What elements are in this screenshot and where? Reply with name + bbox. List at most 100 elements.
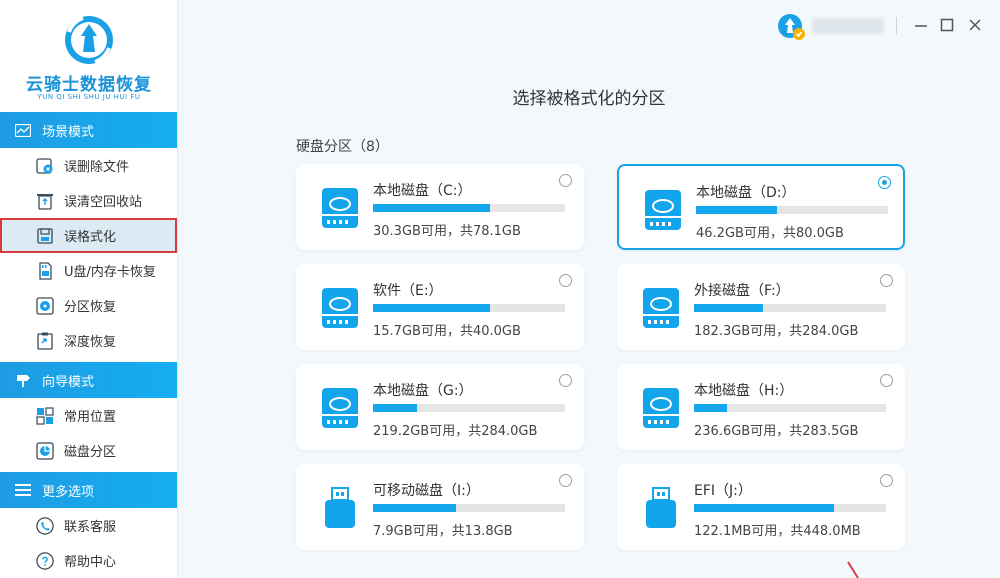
- partition-capacity: 7.9GB可用，共13.8GB: [373, 524, 513, 539]
- partition-capacity: 15.7GB可用，共40.0GB: [373, 324, 521, 339]
- knight-logo-icon: [65, 16, 113, 64]
- partition-card[interactable]: 本地磁盘（G:） 219.2GB可用，共284.0GB: [296, 364, 584, 450]
- partition-radio[interactable]: [880, 274, 893, 287]
- partition-usage-bar: [373, 204, 565, 212]
- partition-radio[interactable]: [559, 374, 572, 387]
- minimize-button[interactable]: [910, 13, 932, 37]
- usb-drive-icon: [320, 486, 360, 530]
- sidebar-item-sd-card[interactable]: U盘/内存卡恢复: [0, 253, 177, 288]
- sidebar-section-title: 更多选项: [42, 484, 95, 500]
- partition-name: 本地磁盘（H:）: [694, 383, 794, 399]
- partition-usage-fill: [373, 404, 418, 412]
- close-icon: [969, 19, 981, 31]
- partition-group-label: 硬盘分区（8）: [296, 139, 389, 155]
- partition-radio[interactable]: [880, 374, 893, 387]
- partition-usage-bar: [696, 206, 888, 214]
- maximize-icon: [940, 18, 954, 32]
- partition-capacity: 182.3GB可用，共284.0GB: [694, 324, 859, 339]
- partition-radio[interactable]: [559, 474, 572, 487]
- partition-usage-bar: [373, 304, 565, 312]
- sidebar-item-disk-partition[interactable]: 磁盘分区: [0, 433, 177, 468]
- partition-name: 外接磁盘（F:）: [694, 283, 790, 299]
- partition-capacity: 122.1MB可用，共448.0MB: [694, 524, 861, 539]
- hard-disk-icon: [641, 386, 681, 430]
- format-icon: [36, 227, 54, 245]
- sidebar-item-help[interactable]: 帮助中心: [0, 543, 177, 578]
- partition-radio[interactable]: [559, 274, 572, 287]
- sidebar-item-customer-service[interactable]: 联系客服: [0, 508, 177, 543]
- sd-card-icon: [36, 261, 54, 280]
- sidebar-section-1[interactable]: 场景模式: [0, 112, 177, 148]
- partition-name: 本地磁盘（D:）: [696, 185, 796, 201]
- partition-card[interactable]: 外接磁盘（F:） 182.3GB可用，共284.0GB: [617, 264, 905, 350]
- scene-mode-icon: [14, 123, 32, 137]
- sidebar-item-label: 常用位置: [64, 410, 117, 425]
- menu-icon: [14, 483, 32, 497]
- page-title: 选择被格式化的分区: [512, 89, 666, 109]
- partition-capacity: 219.2GB可用，共284.0GB: [373, 424, 538, 439]
- sidebar-nav: 场景模式误删除文件误清空回收站 误格式化 U盘/内存卡恢复分区恢复深度恢复向导模式常…: [0, 112, 177, 578]
- partition-name: 软件（E:）: [373, 283, 443, 299]
- partition-radio[interactable]: [559, 174, 572, 187]
- partition-card[interactable]: 本地磁盘（D:） 46.2GB可用，共80.0GB: [617, 164, 905, 250]
- sidebar-item-deleted-file[interactable]: 误删除文件: [0, 148, 177, 183]
- partition-icon: [36, 296, 54, 315]
- user-name-blurred[interactable]: [812, 18, 884, 34]
- partition-radio[interactable]: [880, 474, 893, 487]
- partition-usage-bar: [694, 404, 886, 412]
- partition-usage-fill: [694, 404, 727, 412]
- deleted-file-icon: [36, 157, 54, 175]
- sidebar-item-label: 联系客服: [64, 520, 117, 535]
- help-icon: [36, 551, 54, 570]
- user-avatar-icon[interactable]: [776, 12, 806, 42]
- sidebar-item-format[interactable]: 误格式化: [0, 218, 177, 253]
- sidebar-item-label: 误格式化: [64, 230, 117, 245]
- hard-disk-icon: [641, 286, 681, 330]
- sidebar-section-3[interactable]: 更多选项: [0, 472, 177, 508]
- partition-card[interactable]: 可移动磁盘（I:） 7.9GB可用，共13.8GB: [296, 464, 584, 550]
- partition-card[interactable]: 本地磁盘（H:） 236.6GB可用，共283.5GB: [617, 364, 905, 450]
- partition-usage-bar: [694, 304, 886, 312]
- partition-usage-fill: [694, 504, 835, 512]
- sidebar-item-label: 误删除文件: [64, 160, 130, 175]
- disk-partition-icon: [36, 441, 54, 460]
- sidebar-item-partition[interactable]: 分区恢复: [0, 288, 177, 323]
- sidebar-item-label: U盘/内存卡恢复: [64, 265, 156, 280]
- partition-card[interactable]: 本地磁盘（C:） 30.3GB可用，共78.1GB: [296, 164, 584, 250]
- sidebar-item-label: 深度恢复: [64, 335, 117, 350]
- partition-capacity: 46.2GB可用，共80.0GB: [696, 226, 844, 241]
- app-logo: 云骑士数据恢复 YUN QI SHI SHU JU HUI FU: [0, 0, 177, 112]
- title-bar: [178, 0, 1000, 54]
- app-title: 云骑士数据恢复: [26, 75, 152, 95]
- minimize-icon: [915, 25, 927, 27]
- usb-drive-icon: [641, 486, 681, 530]
- sidebar-item-label: 误清空回收站: [64, 195, 143, 210]
- common-location-icon: [36, 406, 54, 425]
- title-bar-divider: [896, 17, 897, 35]
- hard-disk-icon: [320, 186, 360, 230]
- maximize-button[interactable]: [936, 13, 958, 37]
- app-subtitle: YUN QI SHI SHU JU HUI FU: [37, 93, 141, 101]
- sidebar-item-recycle-bin[interactable]: 误清空回收站: [0, 183, 177, 218]
- partition-name: 本地磁盘（G:）: [373, 383, 473, 399]
- sidebar: 云骑士数据恢复 YUN QI SHI SHU JU HUI FU 场景模式误删除…: [0, 0, 178, 578]
- partition-capacity: 236.6GB可用，共283.5GB: [694, 424, 859, 439]
- close-button[interactable]: [964, 13, 986, 37]
- partition-usage-fill: [696, 206, 777, 214]
- partition-name: 本地磁盘（C:）: [373, 183, 472, 199]
- guide-mode-icon: [14, 373, 32, 387]
- hard-disk-icon: [320, 386, 360, 430]
- sidebar-item-common-location[interactable]: 常用位置: [0, 398, 177, 433]
- partition-card[interactable]: 软件（E:） 15.7GB可用，共40.0GB: [296, 264, 584, 350]
- partition-usage-fill: [373, 204, 491, 212]
- partition-usage-fill: [373, 504, 456, 512]
- partition-usage-bar: [373, 404, 565, 412]
- partition-radio[interactable]: [878, 176, 891, 189]
- partition-usage-bar: [694, 504, 886, 512]
- sidebar-section-2[interactable]: 向导模式: [0, 362, 177, 398]
- deep-recovery-icon: [36, 332, 54, 350]
- sidebar-section-title: 场景模式: [42, 124, 95, 140]
- sidebar-item-deep-recovery[interactable]: 深度恢复: [0, 323, 177, 358]
- partition-card[interactable]: EFI（J:） 122.1MB可用，共448.0MB: [617, 464, 905, 550]
- sidebar-item-label: 帮助中心: [64, 555, 117, 570]
